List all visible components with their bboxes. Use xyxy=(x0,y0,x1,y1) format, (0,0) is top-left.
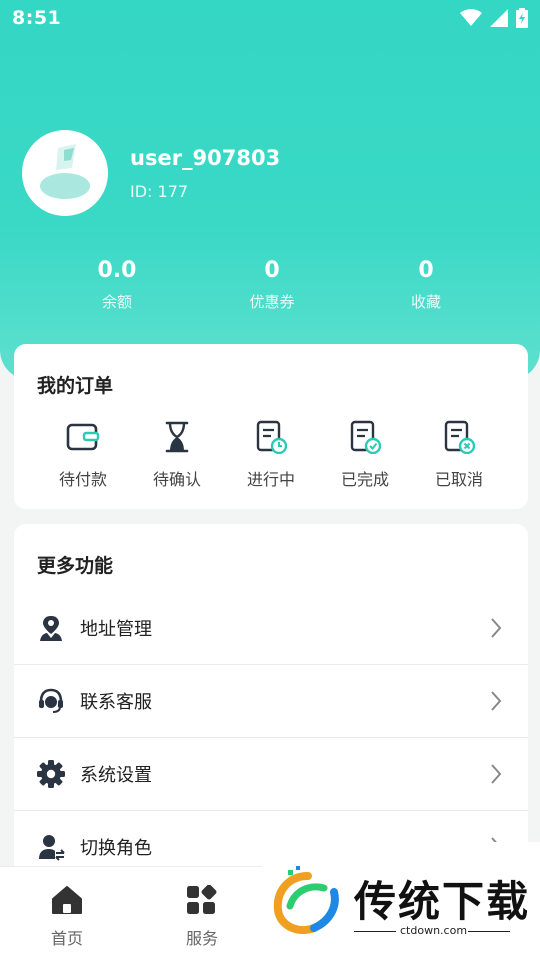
order-label: 待确认 xyxy=(152,470,201,489)
chevron-right-icon xyxy=(491,690,502,711)
avatar-placeholder-icon xyxy=(40,144,90,199)
stat-balance[interactable]: 0.0 余额 xyxy=(57,258,177,312)
more-title: 更多功能 xyxy=(37,555,114,577)
home-icon xyxy=(52,886,82,914)
status-time: 8:51 xyxy=(12,7,62,29)
menu-item-label: 系统设置 xyxy=(80,764,152,786)
stat-favorites[interactable]: 0 收藏 xyxy=(366,258,486,312)
chevron-right-icon xyxy=(491,763,502,784)
doc-check-icon xyxy=(350,420,381,454)
orders-card: 我的订单 待付款 待确认 进行中 已完成 已取消 xyxy=(14,344,528,509)
stat-value: 0 xyxy=(418,258,434,283)
order-label: 已取消 xyxy=(434,470,483,489)
menu-item-label: 联系客服 xyxy=(80,691,152,713)
tab-label: 首页 xyxy=(50,929,83,948)
headset-icon xyxy=(39,688,63,713)
menu-item-label: 切换角色 xyxy=(80,837,152,859)
hourglass-icon xyxy=(165,421,189,453)
wallet-icon xyxy=(66,423,100,451)
watermark-url: ctdown.com xyxy=(400,924,468,937)
order-pending-payment[interactable]: 待付款 xyxy=(36,420,130,490)
stat-label: 收藏 xyxy=(410,293,441,311)
order-label: 已完成 xyxy=(340,470,389,489)
stat-value: 0 xyxy=(264,258,280,283)
menu-item-address[interactable]: 地址管理 xyxy=(14,591,528,664)
avatar[interactable] xyxy=(22,130,108,216)
tab-label: 服务 xyxy=(185,929,218,948)
watermark-rule-right xyxy=(468,931,510,932)
location-person-icon xyxy=(40,615,62,641)
menu-item-customer-service[interactable]: 联系客服 xyxy=(14,664,528,737)
tab-home[interactable]: 首页 xyxy=(17,885,117,949)
menu-item-settings[interactable]: 系统设置 xyxy=(14,737,528,810)
order-pending-confirm[interactable]: 待确认 xyxy=(130,420,224,490)
gear-icon xyxy=(37,759,65,788)
order-label: 待付款 xyxy=(58,470,107,489)
profile-section: user_907803 ID: 177 xyxy=(22,130,280,216)
doc-cancel-icon xyxy=(444,420,475,454)
username: user_907803 xyxy=(130,145,281,170)
grid-icon xyxy=(187,884,217,914)
stat-label: 余额 xyxy=(101,293,132,311)
status-icons xyxy=(460,8,528,28)
order-cancelled[interactable]: 已取消 xyxy=(412,420,506,490)
order-completed[interactable]: 已完成 xyxy=(318,420,412,490)
more-functions-card: 更多功能 地址管理 联系客服 系统设置 切换角色 xyxy=(14,524,528,884)
signal-icon xyxy=(490,9,508,27)
chevron-right-icon xyxy=(491,617,502,638)
order-label: 进行中 xyxy=(246,470,295,489)
orders-title: 我的订单 xyxy=(37,375,114,397)
stats-row: 0.0 余额 0 优惠券 0 收藏 xyxy=(0,258,540,318)
watermark-rule-left xyxy=(354,931,396,932)
switch-user-icon xyxy=(39,834,65,861)
user-id: ID: 177 xyxy=(130,181,189,201)
watermark-text: 传统下载 xyxy=(354,877,531,926)
tab-services[interactable]: 服务 xyxy=(152,884,252,949)
order-in-progress[interactable]: 进行中 xyxy=(224,420,318,490)
stat-value: 0.0 xyxy=(97,258,137,283)
menu-item-label: 地址管理 xyxy=(80,618,152,640)
battery-icon xyxy=(516,8,528,28)
ctdown-logo-icon xyxy=(273,866,339,934)
stat-coupons[interactable]: 0 优惠券 xyxy=(212,258,332,312)
stat-label: 优惠券 xyxy=(249,293,295,311)
status-bar: 8:51 xyxy=(0,0,540,36)
watermark-logo: 传统下载 ctdown.com xyxy=(262,842,540,960)
wifi-icon xyxy=(460,9,482,26)
doc-clock-icon xyxy=(256,420,287,454)
